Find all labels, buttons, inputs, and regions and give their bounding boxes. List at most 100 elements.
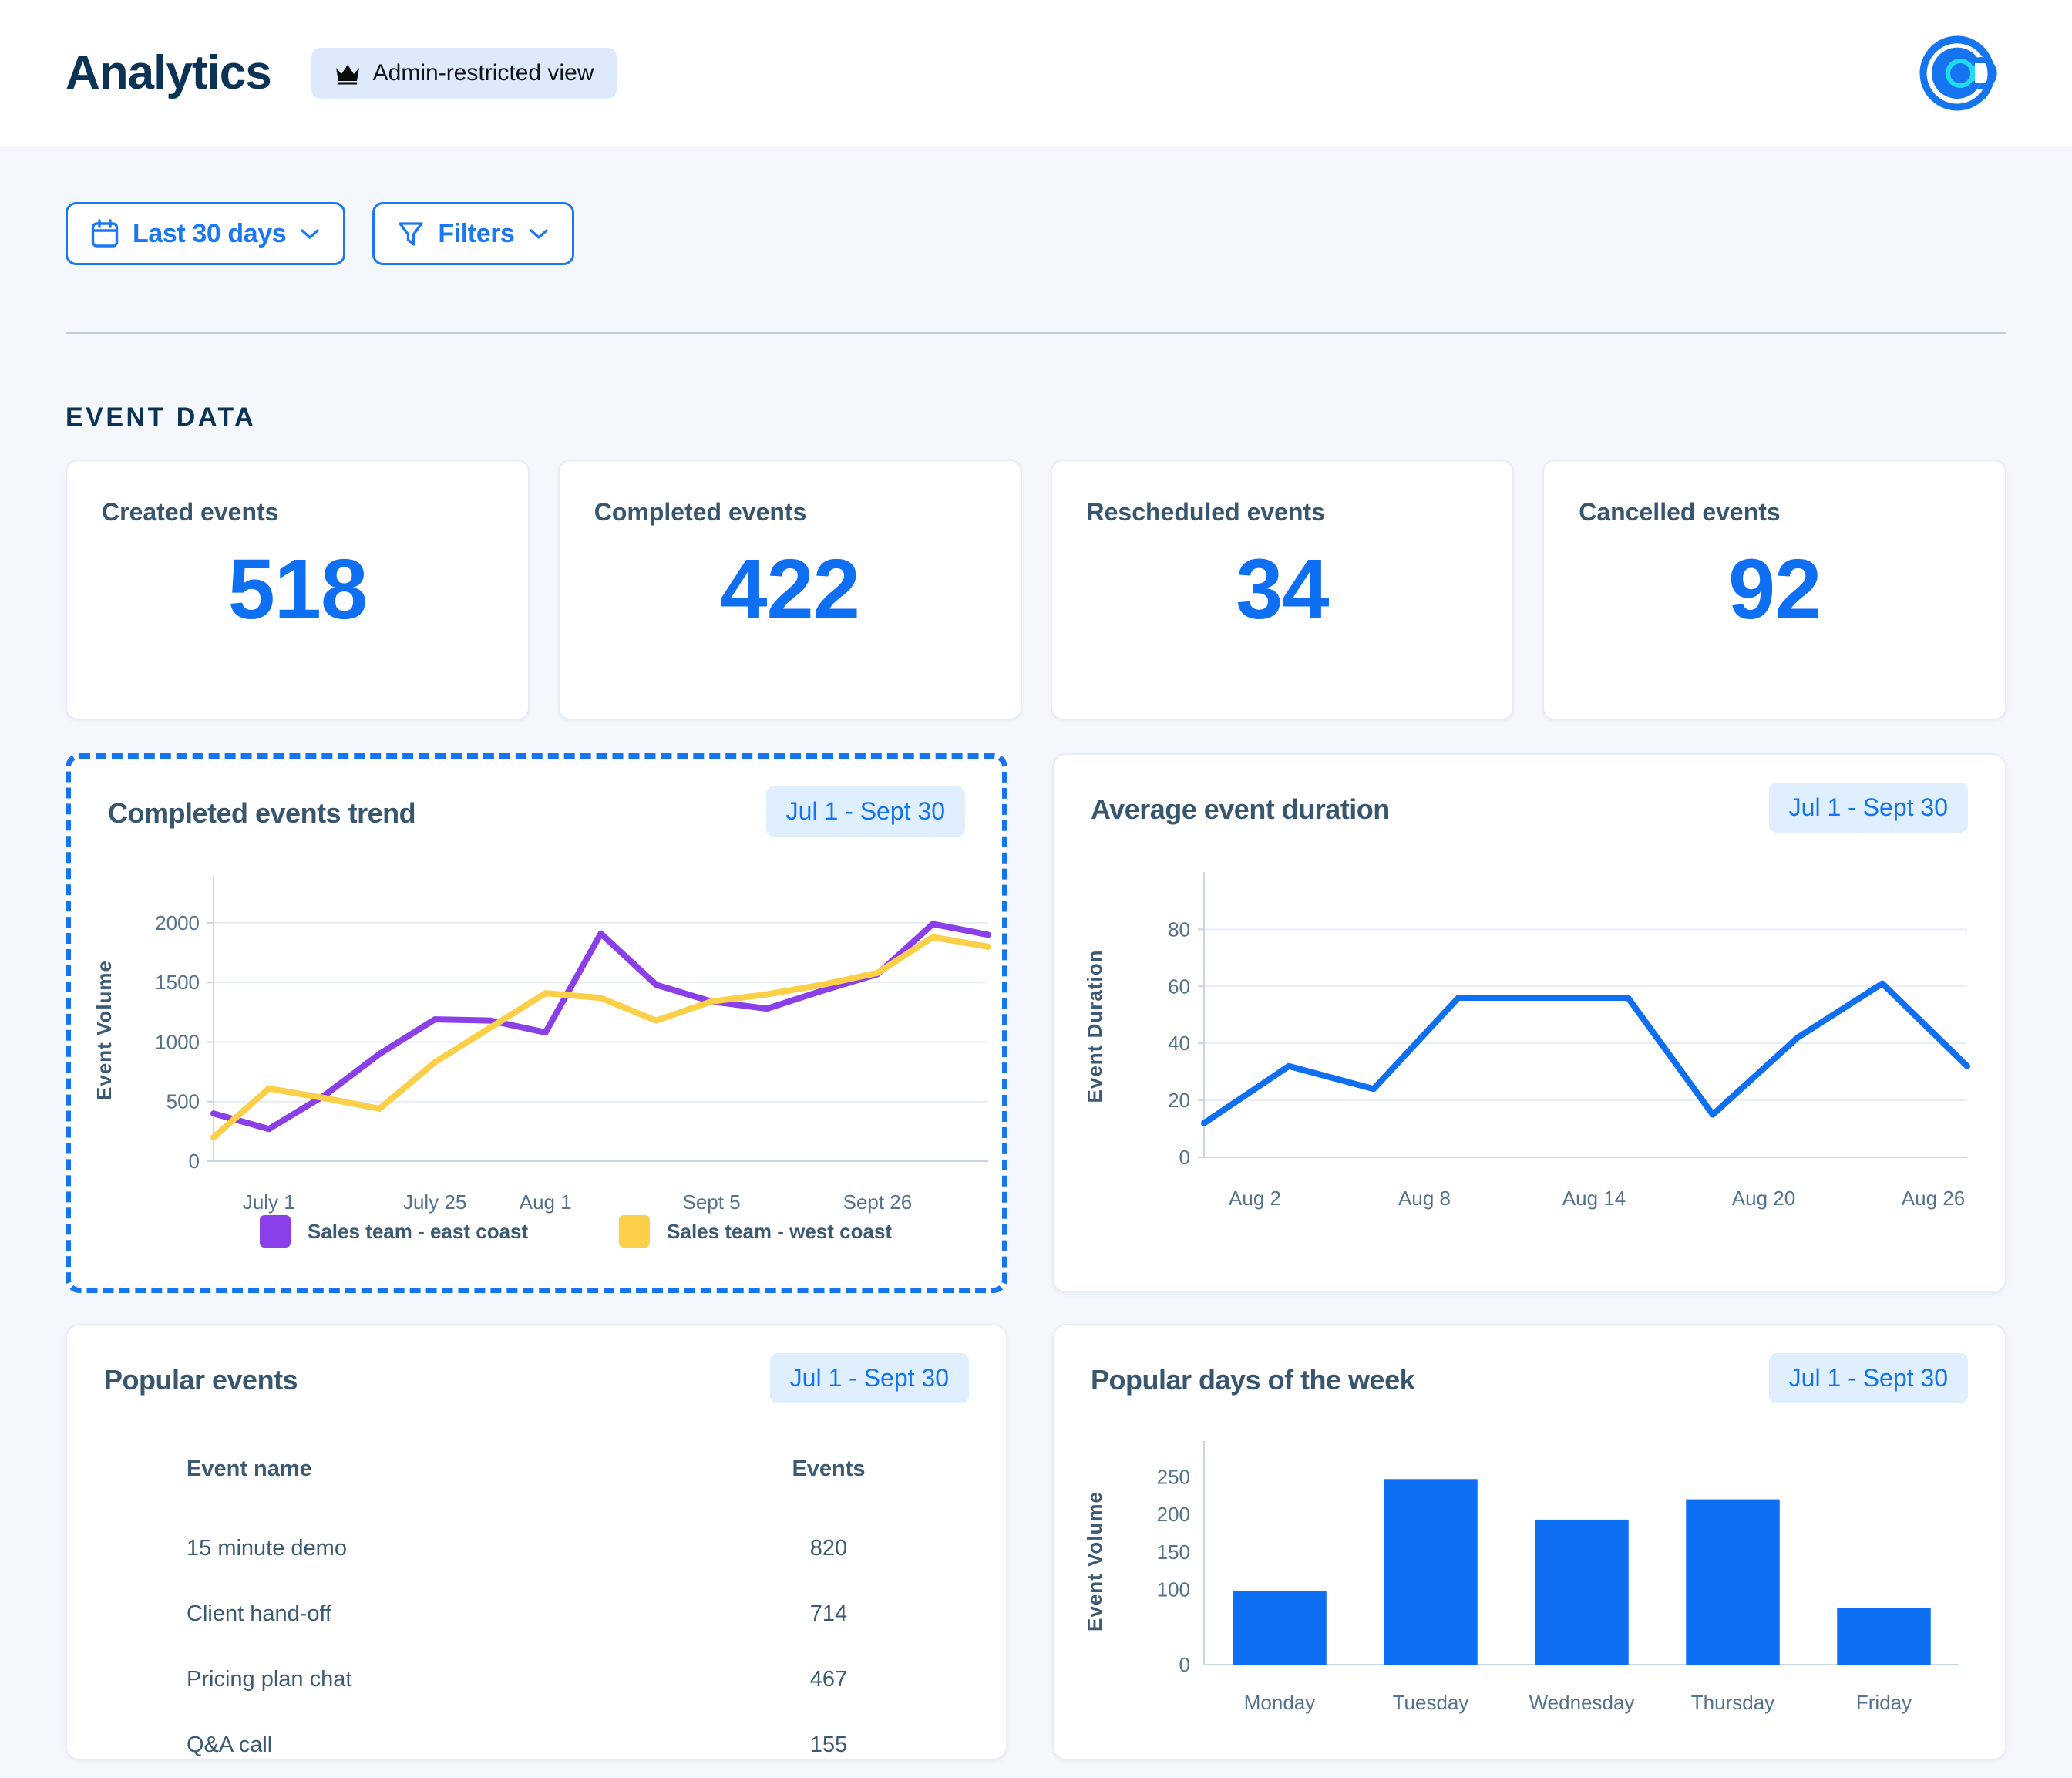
svg-text:Aug 26: Aug 26 xyxy=(1902,1187,1965,1210)
svg-text:Event Duration: Event Duration xyxy=(1083,950,1106,1103)
panel-title: Completed events trend xyxy=(108,797,415,830)
svg-text:0: 0 xyxy=(189,1150,200,1173)
svg-text:1500: 1500 xyxy=(155,971,200,994)
popular-events-table: Event name Events 15 minute demo 820 Cli… xyxy=(187,1456,913,1778)
stat-cards-row: Created events 518 Completed events 422 … xyxy=(66,460,2006,720)
funnel-icon xyxy=(398,220,424,248)
svg-text:July 25: July 25 xyxy=(403,1190,466,1214)
app-header: Analytics Admin-restricted view xyxy=(0,0,2072,146)
svg-text:80: 80 xyxy=(1168,918,1190,941)
chart-legend: Sales team - east coast Sales team - wes… xyxy=(260,1215,892,1248)
date-range-badge[interactable]: Jul 1 - Sept 30 xyxy=(766,786,965,837)
stat-card-cancelled-events: Cancelled events 92 xyxy=(1542,460,2006,720)
stat-label: Created events xyxy=(102,498,493,527)
svg-text:500: 500 xyxy=(166,1090,200,1113)
svg-text:1000: 1000 xyxy=(155,1030,200,1053)
panel-popular-days-of-the-week[interactable]: Popular days of the week Jul 1 - Sept 30… xyxy=(1052,1324,2006,1760)
panel-title: Popular days of the week xyxy=(1091,1364,1414,1396)
cell-events-count: 714 xyxy=(744,1601,913,1627)
chart-average-event-duration: 0 20 40 60 80 Event Duration Aug 2 Aug 8 Aug 14 A… xyxy=(1054,863,2005,1291)
svg-text:Event Volume: Event Volume xyxy=(1083,1491,1106,1632)
section-title-event-data: EVENT DATA xyxy=(66,402,256,433)
date-range-label: Last 30 days xyxy=(133,219,286,249)
svg-text:Monday: Monday xyxy=(1244,1691,1316,1714)
stat-label: Completed events xyxy=(594,498,986,527)
stat-card-created-events: Created events 518 xyxy=(66,460,530,720)
date-range-badge[interactable]: Jul 1 - Sept 30 xyxy=(1769,783,1968,833)
cell-event-name: 15 minute demo xyxy=(187,1536,744,1561)
svg-text:Aug 14: Aug 14 xyxy=(1562,1187,1626,1210)
svg-text:150: 150 xyxy=(1157,1541,1190,1564)
svg-text:100: 100 xyxy=(1157,1578,1190,1601)
stat-label: Rescheduled events xyxy=(1087,498,1478,527)
table-row: 15 minute demo 820 xyxy=(187,1516,913,1581)
legend-label: Sales team - west coast xyxy=(667,1220,892,1244)
calendly-logo xyxy=(1914,31,2006,116)
table-row: Q&A call 155 xyxy=(187,1712,913,1778)
panel-title: Average event duration xyxy=(1091,793,1390,826)
stat-card-rescheduled-events: Rescheduled events 34 xyxy=(1051,460,1515,720)
legend-label: Sales team - east coast xyxy=(308,1220,528,1244)
panel-popular-events[interactable]: Popular events Jul 1 - Sept 30 Event nam… xyxy=(66,1324,1007,1760)
svg-text:Aug 2: Aug 2 xyxy=(1229,1187,1281,1210)
svg-text:40: 40 xyxy=(1168,1032,1190,1055)
table-header-row: Event name Events xyxy=(187,1456,913,1516)
svg-text:Aug 8: Aug 8 xyxy=(1398,1187,1451,1210)
admin-badge-label: Admin-restricted view xyxy=(373,60,594,86)
legend-item-east-coast: Sales team - east coast xyxy=(260,1215,528,1248)
svg-text:Sept 26: Sept 26 xyxy=(843,1190,913,1214)
svg-text:60: 60 xyxy=(1168,975,1190,998)
panel-completed-events-trend[interactable]: Completed events trend Jul 1 - Sept 30 0… xyxy=(66,753,1007,1293)
svg-text:Wednesday: Wednesday xyxy=(1529,1691,1635,1714)
stat-value: 518 xyxy=(102,540,493,638)
svg-text:0: 0 xyxy=(1179,1653,1190,1676)
crown-icon xyxy=(335,62,361,85)
legend-swatch xyxy=(619,1215,650,1248)
table-row: Pricing plan chat 467 xyxy=(187,1647,913,1712)
svg-text:Friday: Friday xyxy=(1856,1691,1912,1714)
date-range-badge[interactable]: Jul 1 - Sept 30 xyxy=(770,1353,969,1403)
svg-text:20: 20 xyxy=(1168,1089,1190,1112)
cell-event-name: Pricing plan chat xyxy=(187,1667,744,1692)
panel-average-event-duration[interactable]: Average event duration Jul 1 - Sept 30 0… xyxy=(1052,753,2006,1293)
panel-title: Popular events xyxy=(104,1364,298,1396)
page-title: Analytics xyxy=(66,49,271,97)
chevron-down-icon xyxy=(529,227,549,240)
cell-event-name: Client hand-off xyxy=(187,1601,744,1627)
cell-events-count: 155 xyxy=(744,1733,913,1758)
legend-item-west-coast: Sales team - west coast xyxy=(619,1215,892,1248)
column-header-events: Events xyxy=(744,1456,913,1482)
admin-restricted-badge: Admin-restricted view xyxy=(311,48,617,99)
date-range-badge[interactable]: Jul 1 - Sept 30 xyxy=(1769,1353,1968,1403)
calendar-icon xyxy=(91,219,119,248)
svg-text:Sept 5: Sept 5 xyxy=(682,1190,740,1214)
filters-toolbar: Last 30 days Filters xyxy=(66,202,574,265)
svg-text:0: 0 xyxy=(1179,1146,1190,1169)
svg-text:Event Volume: Event Volume xyxy=(92,960,116,1100)
header-divider xyxy=(66,332,2006,334)
chart-popular-days-of-the-week: 0 100 150 200 250 Event Volume Monday Tuesday We… xyxy=(1054,1433,2005,1759)
stat-value: 34 xyxy=(1087,540,1478,638)
table-row: Client hand-off 714 xyxy=(187,1581,913,1647)
stat-value: 422 xyxy=(594,540,986,638)
stat-label: Cancelled events xyxy=(1579,498,1970,527)
cell-event-name: Q&A call xyxy=(187,1733,744,1758)
stat-value: 92 xyxy=(1579,540,1970,638)
svg-text:250: 250 xyxy=(1157,1465,1190,1488)
cell-events-count: 820 xyxy=(744,1536,913,1561)
svg-text:Aug 20: Aug 20 xyxy=(1732,1187,1795,1210)
filters-label: Filters xyxy=(438,219,514,249)
date-range-button[interactable]: Last 30 days xyxy=(66,202,345,265)
filters-button[interactable]: Filters xyxy=(372,202,574,265)
legend-swatch xyxy=(260,1215,291,1248)
column-header-event-name: Event name xyxy=(187,1456,744,1482)
svg-text:Tuesday: Tuesday xyxy=(1393,1691,1469,1714)
svg-text:Thursday: Thursday xyxy=(1691,1691,1774,1714)
chevron-down-icon xyxy=(300,227,320,240)
stat-card-completed-events: Completed events 422 xyxy=(558,460,1022,720)
svg-text:Aug 1: Aug 1 xyxy=(520,1190,572,1214)
svg-text:2000: 2000 xyxy=(155,911,200,934)
svg-text:200: 200 xyxy=(1157,1503,1190,1526)
cell-events-count: 467 xyxy=(744,1667,913,1692)
svg-text:July 1: July 1 xyxy=(243,1190,295,1214)
